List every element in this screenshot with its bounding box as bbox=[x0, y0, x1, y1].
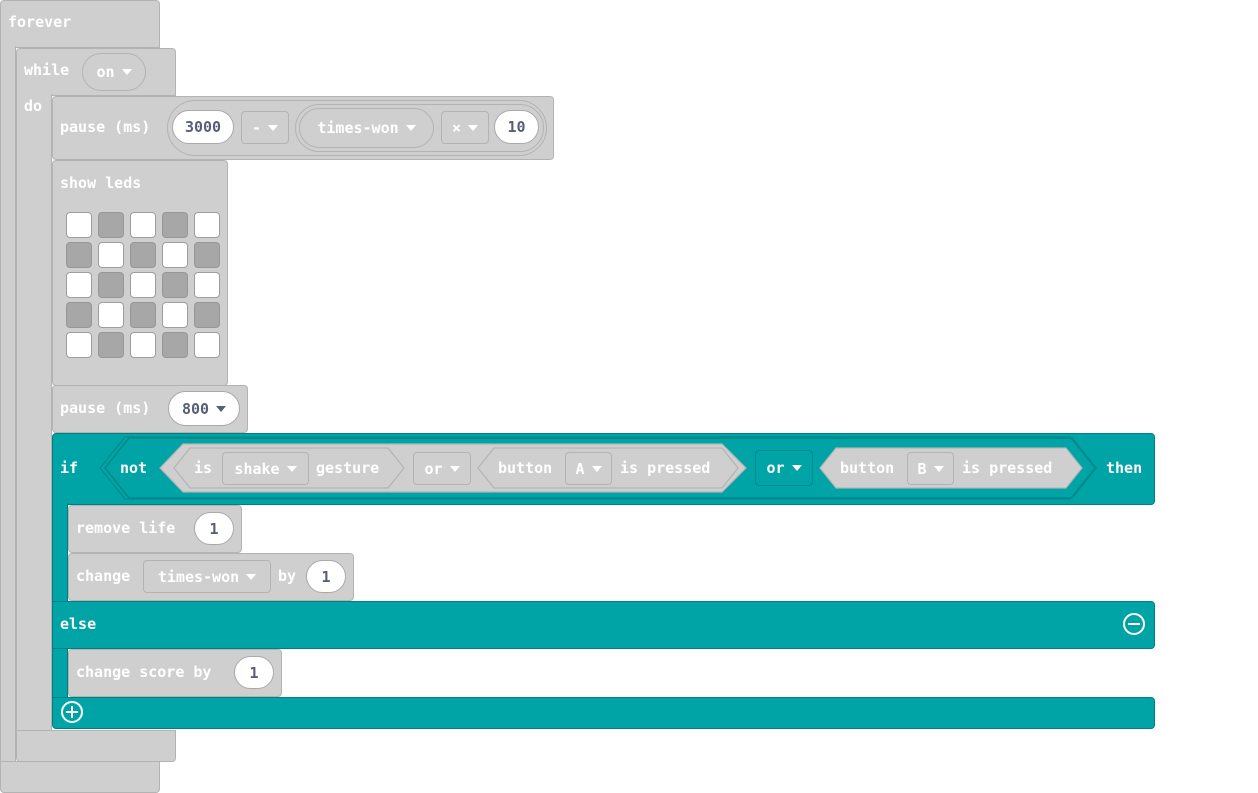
show-leds-label: show leds bbox=[60, 174, 142, 192]
change-value-input[interactable]: 1 bbox=[306, 560, 346, 593]
led-cell[interactable] bbox=[162, 242, 188, 268]
while-condition-value: on bbox=[96, 63, 115, 81]
gesture-dropdown[interactable]: shake bbox=[222, 452, 309, 485]
chevron-down-icon bbox=[791, 465, 802, 471]
if-label: if bbox=[60, 459, 79, 477]
led-cell[interactable] bbox=[162, 212, 188, 238]
gesture-value: shake bbox=[234, 459, 280, 478]
change-score-label: change score by bbox=[76, 663, 212, 681]
led-cell[interactable] bbox=[130, 302, 156, 328]
button-b-suffix: is pressed bbox=[962, 459, 1053, 477]
remove-life-label: remove life bbox=[76, 519, 176, 537]
chevron-down-icon bbox=[591, 465, 602, 472]
operator-value: - bbox=[251, 118, 262, 137]
button-a-value: A bbox=[575, 459, 585, 478]
led-cell[interactable] bbox=[66, 212, 92, 238]
chevron-down-icon bbox=[405, 125, 416, 131]
add-branch-icon[interactable] bbox=[61, 701, 83, 723]
operator-dropdown[interactable]: - bbox=[241, 111, 289, 144]
chevron-down-icon bbox=[246, 573, 257, 580]
else-label: else bbox=[60, 615, 97, 633]
button-a-dropdown[interactable]: A bbox=[565, 452, 612, 485]
remove-life-input[interactable]: 1 bbox=[194, 512, 234, 545]
if-bottom-bar[interactable] bbox=[52, 697, 1155, 729]
led-cell[interactable] bbox=[130, 212, 156, 238]
led-cell[interactable] bbox=[98, 242, 124, 268]
change-variable-value: times-won bbox=[157, 567, 240, 586]
led-cell[interactable] bbox=[98, 332, 124, 358]
led-cell[interactable] bbox=[194, 302, 220, 328]
chevron-down-icon bbox=[449, 465, 460, 472]
pause-800-value: 800 bbox=[181, 399, 210, 418]
led-cell[interactable] bbox=[162, 332, 188, 358]
button-a-label: button bbox=[498, 459, 553, 477]
led-cell[interactable] bbox=[66, 242, 92, 268]
led-cell[interactable] bbox=[162, 272, 188, 298]
variable-value: times-won bbox=[317, 119, 399, 137]
led-cell[interactable] bbox=[66, 332, 92, 358]
forever-label: forever bbox=[8, 13, 72, 31]
led-cell[interactable] bbox=[194, 272, 220, 298]
led-cell[interactable] bbox=[162, 302, 188, 328]
chevron-down-icon bbox=[268, 124, 279, 131]
led-cell[interactable] bbox=[194, 332, 220, 358]
gesture-is-label: is bbox=[194, 459, 213, 477]
operand-a-input[interactable]: 3000 bbox=[172, 110, 234, 144]
forever-bottom[interactable] bbox=[0, 761, 160, 793]
forever-arm bbox=[0, 46, 16, 763]
chevron-down-icon bbox=[216, 405, 227, 412]
gesture-suffix: gesture bbox=[316, 459, 380, 477]
while-bottom[interactable] bbox=[16, 730, 176, 762]
pause-800-dropdown[interactable]: 800 bbox=[168, 391, 240, 426]
chevron-down-icon bbox=[468, 124, 479, 131]
or-outer-value: or bbox=[766, 459, 785, 477]
chevron-down-icon bbox=[121, 69, 132, 75]
remove-else-icon[interactable] bbox=[1123, 613, 1145, 635]
button-a-suffix: is pressed bbox=[620, 459, 711, 477]
led-cell[interactable] bbox=[66, 302, 92, 328]
change-by-label: by bbox=[278, 567, 297, 585]
multiply-operator-value: × bbox=[451, 118, 462, 137]
led-cell[interactable] bbox=[194, 212, 220, 238]
led-cell[interactable] bbox=[130, 332, 156, 358]
or-outer-dropdown[interactable]: or bbox=[755, 450, 813, 486]
multiply-operator-dropdown[interactable]: × bbox=[441, 111, 489, 144]
change-label: change bbox=[76, 567, 131, 585]
while-arm bbox=[16, 94, 52, 732]
or-inner-value: or bbox=[424, 459, 443, 478]
operand-b-input[interactable]: 10 bbox=[494, 110, 539, 144]
button-b-value: B bbox=[917, 459, 927, 478]
do-label: do bbox=[24, 97, 43, 115]
change-score-input[interactable]: 1 bbox=[234, 656, 274, 689]
led-cell[interactable] bbox=[98, 272, 124, 298]
led-cell[interactable] bbox=[98, 212, 124, 238]
variable-dropdown[interactable]: times-won bbox=[299, 108, 434, 148]
led-cell[interactable] bbox=[130, 272, 156, 298]
while-label: while bbox=[24, 61, 70, 79]
button-b-dropdown[interactable]: B bbox=[907, 452, 954, 485]
chevron-down-icon bbox=[286, 465, 297, 472]
led-grid bbox=[66, 212, 222, 362]
change-variable-dropdown[interactable]: times-won bbox=[143, 560, 271, 593]
while-condition-dropdown[interactable]: on bbox=[82, 53, 146, 91]
led-cell[interactable] bbox=[66, 272, 92, 298]
pause-label: pause (ms) bbox=[60, 118, 151, 136]
pause-800-label: pause (ms) bbox=[60, 399, 151, 417]
else-bar[interactable] bbox=[52, 601, 1155, 649]
led-cell[interactable] bbox=[98, 302, 124, 328]
led-cell[interactable] bbox=[194, 242, 220, 268]
then-label: then bbox=[1106, 459, 1143, 477]
led-cell[interactable] bbox=[130, 242, 156, 268]
button-b-label: button bbox=[840, 459, 895, 477]
not-label: not bbox=[120, 459, 148, 477]
chevron-down-icon bbox=[933, 465, 944, 472]
or-inner-dropdown[interactable]: or bbox=[413, 452, 471, 485]
